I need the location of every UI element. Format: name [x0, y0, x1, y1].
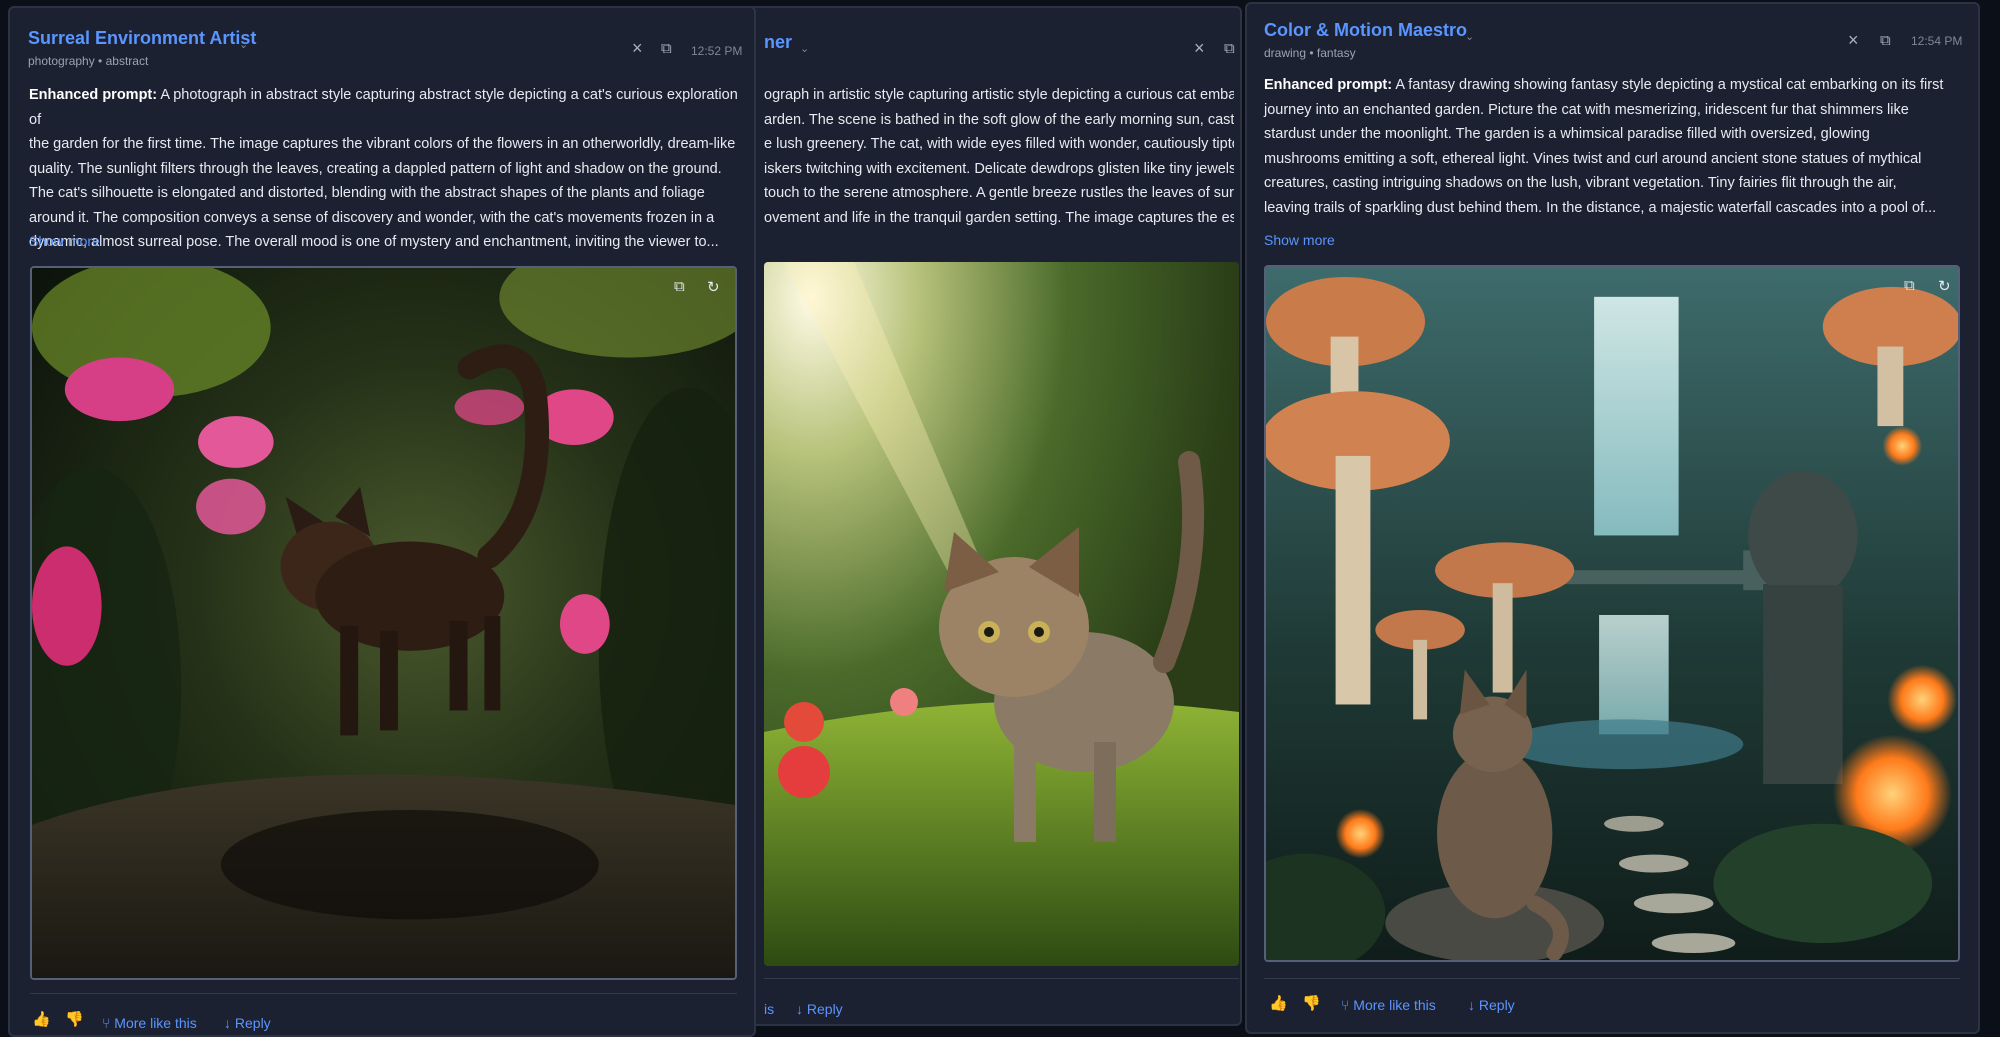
copy-image-icon[interactable]: ⧉	[1904, 277, 1915, 294]
refresh-icon[interactable]: ↻	[1938, 277, 1951, 295]
copy-icon[interactable]: ⧉	[661, 40, 672, 57]
reply-arrow-icon: ↓	[224, 1015, 231, 1031]
more-like-this-label: More like this	[114, 1015, 197, 1031]
card-header: Surreal Environment Artist ⌄ photography…	[10, 8, 754, 70]
prompt-line: mushrooms emitting a soft, ethereal ligh…	[1264, 150, 1922, 167]
prompt-line: journey into an enchanted garden. Pictur…	[1264, 101, 1909, 118]
more-like-this-button[interactable]: is	[764, 1001, 774, 1017]
card-title[interactable]: Color & Motion Maestro	[1264, 20, 1467, 41]
show-more-link[interactable]: Show more	[29, 233, 100, 249]
reply-label: Reply	[806, 1001, 843, 1017]
more-like-this-label: More like this	[1353, 997, 1436, 1013]
prompt-label: Enhanced prompt:	[1264, 77, 1393, 93]
branch-icon: ⑂	[1341, 997, 1350, 1013]
prompt-line: the garden for the first time. The image…	[29, 136, 736, 152]
prompt-line: A fantasy drawing showing fantasy style …	[1392, 77, 1944, 93]
copy-image-icon[interactable]: ⧉	[674, 278, 685, 295]
prompt-line: The cat's silhouette is elongated and di…	[29, 185, 705, 201]
chevron-down-icon[interactable]: ⌄	[239, 38, 248, 51]
close-icon[interactable]: ×	[1848, 30, 1859, 51]
prompt-line: dynamic, almost surreal pose. The overal…	[29, 234, 719, 250]
thumbs-down-icon[interactable]: 👎	[65, 1010, 84, 1028]
prompt-line: creatures, casting intriguing shadows on…	[1264, 175, 1897, 191]
close-icon[interactable]: ×	[632, 38, 643, 59]
prompt-line: around it. The composition conveys a sen…	[29, 209, 715, 226]
prompt-line: ograph in artistic style capturing artis…	[764, 87, 1234, 103]
prompt-line: ovement and life in the tranquil garden …	[764, 209, 1234, 226]
generated-image[interactable]: ⧉ ↻	[1264, 265, 1960, 962]
thumbs-down-icon[interactable]: 👎	[1302, 994, 1321, 1012]
cat-in-garden-photo	[32, 268, 735, 978]
cat-in-sunlit-grass-photo	[764, 262, 1239, 966]
reply-label: Reply	[234, 1015, 271, 1031]
reply-arrow-icon: ↓	[796, 1001, 803, 1017]
reply-button[interactable]: ↓ Reply	[796, 1001, 843, 1017]
divider	[1264, 978, 1960, 979]
divider	[30, 993, 737, 994]
enhanced-prompt: ograph in artistic style capturing artis…	[764, 83, 1234, 230]
refresh-icon[interactable]: ↻	[707, 278, 720, 296]
prompt-line: iskers twitching with excitement. Delica…	[764, 160, 1234, 177]
reply-arrow-icon: ↓	[1468, 997, 1475, 1013]
timestamp: 12:54 PM	[1911, 34, 1963, 48]
enhanced-prompt: Enhanced prompt: A fantasy drawing showi…	[1264, 73, 1974, 220]
branch-icon: ⑂	[102, 1015, 111, 1031]
prompt-line: leaving trails of sparkling dust behind …	[1264, 199, 1937, 216]
chevron-down-icon[interactable]: ⌄	[800, 42, 809, 55]
card-tags: drawing • fantasy	[1264, 46, 1356, 60]
image-card-partial: ner ⌄ × ⧉ ograph in artistic style captu…	[740, 6, 1242, 1026]
reply-button[interactable]: ↓ Reply	[1468, 997, 1515, 1013]
copy-icon[interactable]: ⧉	[1880, 32, 1891, 49]
card-title[interactable]: ner	[764, 32, 792, 53]
image-card-surreal-environment-artist: Surreal Environment Artist ⌄ photography…	[8, 6, 756, 1037]
more-like-this-button[interactable]: ⑂ More like this	[102, 1015, 197, 1031]
image-card-color-motion-maestro: Color & Motion Maestro ⌄ drawing • fanta…	[1245, 2, 1980, 1034]
generated-image[interactable]	[764, 262, 1239, 966]
show-more-link[interactable]: Show more	[1264, 232, 1335, 248]
card-title[interactable]: Surreal Environment Artist	[28, 28, 256, 49]
prompt-line: stardust under the moonlight. The garden…	[1264, 126, 1870, 142]
generated-image[interactable]: ⧉ ↻	[30, 266, 737, 980]
close-icon[interactable]: ×	[1194, 38, 1205, 59]
prompt-line: e lush greenery. The cat, with wide eyes…	[764, 136, 1234, 152]
more-like-this-label: is	[764, 1001, 775, 1017]
prompt-line: arden. The scene is bathed in the soft g…	[764, 111, 1234, 128]
thumbs-up-icon[interactable]: 👍	[1269, 994, 1288, 1012]
divider	[764, 978, 1239, 979]
prompt-line: touch to the serene atmosphere. A gentle…	[764, 185, 1234, 201]
more-like-this-button[interactable]: ⑂ More like this	[1341, 997, 1436, 1013]
copy-icon[interactable]: ⧉	[1224, 40, 1235, 57]
reply-label: Reply	[1478, 997, 1515, 1013]
thumbs-up-icon[interactable]: 👍	[32, 1010, 51, 1028]
timestamp: 12:52 PM	[691, 44, 743, 58]
chevron-down-icon[interactable]: ⌄	[1465, 30, 1474, 43]
card-tags: photography • abstract	[28, 54, 149, 68]
fantasy-cat-mushroom-garden-drawing	[1266, 267, 1958, 960]
enhanced-prompt: Enhanced prompt: A photograph in abstrac…	[29, 83, 749, 255]
prompt-line: quality. The sunlight filters through th…	[29, 160, 722, 177]
prompt-label: Enhanced prompt:	[29, 87, 158, 103]
reply-button[interactable]: ↓ Reply	[224, 1015, 271, 1031]
